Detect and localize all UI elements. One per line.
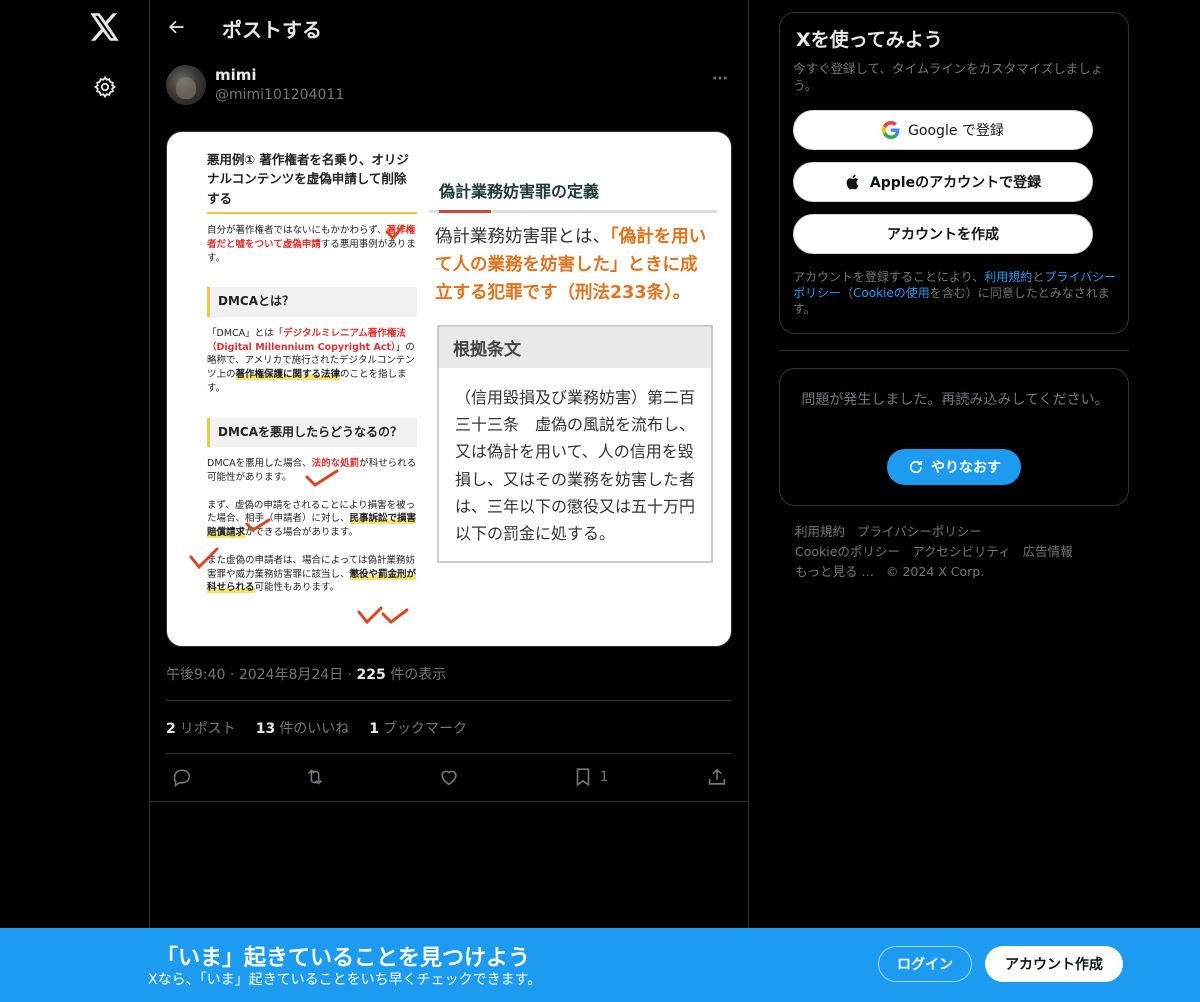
footer-link[interactable]: 利用規約 bbox=[795, 524, 845, 539]
footer-link[interactable]: 広告情報 bbox=[1023, 544, 1073, 559]
image-right-panel: 偽計業務妨害罪の定義 偽計業務妨害罪とは、「偽計を用いて人の業務を妨害した」とき… bbox=[429, 168, 717, 564]
repost-icon bbox=[307, 769, 323, 785]
reply-button[interactable] bbox=[171, 762, 193, 792]
google-signup-label: Google で登録 bbox=[908, 123, 1004, 139]
like-button[interactable] bbox=[438, 762, 460, 792]
create-account-button[interactable]: アカウントを作成 bbox=[793, 214, 1093, 254]
image-law-box: 根拠条文 （信用毀損及び業務妨害）第二百三十三条 虚偽の風説を流布し、又は偽計を… bbox=[437, 325, 713, 564]
cookie-link[interactable]: Cookieの使用 bbox=[853, 286, 930, 300]
banner-subtitle: Xなら、「いま」起きていることをいち早くチェックできます。 bbox=[148, 972, 542, 988]
reply-icon bbox=[173, 769, 191, 788]
login-banner: 「いま」起きていることを見つけよう Xなら、「いま」起きていることをいち早くチェ… bbox=[0, 928, 1200, 1002]
footer-link[interactable]: プライバシーポリシー bbox=[857, 524, 982, 539]
google-signup-button[interactable]: Google で登録 bbox=[793, 110, 1093, 150]
more-button[interactable] bbox=[708, 66, 732, 90]
signup-legal-text: アカウントを登録することにより、利用規約とプライバシーポリシー（Cookieの使… bbox=[793, 270, 1117, 317]
views-label: 件の表示 bbox=[390, 667, 447, 683]
signup-button[interactable]: アカウント作成 bbox=[985, 946, 1123, 982]
login-button[interactable]: ログイン bbox=[878, 946, 972, 982]
apple-signup-label: Appleのアカウントで登録 bbox=[869, 175, 1042, 191]
google-icon bbox=[882, 121, 900, 139]
page-title: ポストする bbox=[222, 18, 322, 42]
bookmark-button[interactable]: 1 bbox=[572, 762, 608, 792]
image-law-heading: 根拠条文 bbox=[439, 327, 711, 368]
divider bbox=[150, 801, 748, 802]
back-arrow-icon bbox=[169, 20, 184, 34]
image-definition-body: 偽計業務妨害罪とは、「偽計を用いて人の業務を妨害した」ときに成立する犯罪です（刑… bbox=[435, 227, 707, 303]
more-icon bbox=[713, 76, 727, 80]
retry-label: やりなおす bbox=[931, 460, 1001, 476]
post-stats: 2 リポスト 13 件のいいね 1 ブックマーク bbox=[166, 718, 467, 738]
footer-link[interactable]: アクセシビリティ bbox=[912, 544, 1011, 559]
gear-icon[interactable] bbox=[90, 72, 120, 102]
reposts-stat[interactable]: 2 リポスト bbox=[166, 718, 236, 738]
author-name[interactable]: mimi bbox=[215, 66, 257, 84]
share-button[interactable] bbox=[706, 762, 728, 792]
avatar[interactable] bbox=[166, 65, 206, 105]
back-button[interactable] bbox=[162, 13, 190, 41]
image-left-title: 悪用例① 著作権者を名乗り、オリジナルコンテンツを虚偽申請して削除する bbox=[207, 150, 417, 215]
copyright: © 2024 X Corp. bbox=[885, 564, 985, 579]
post-time[interactable]: 午後9:40 bbox=[166, 667, 225, 683]
signup-subtitle: 今すぐ登録して、タイムラインをカスタマイズしましょう。 bbox=[793, 61, 1104, 93]
post-meta: 午後9:40 · 2024年8月24日 · 225 件の表示 bbox=[166, 667, 447, 683]
x-logo-icon[interactable] bbox=[88, 10, 122, 44]
post-column: ポストする mimi @mimi101204011 悪用例① 著作権者を名乗り、… bbox=[149, 0, 749, 1002]
handwritten-checkmarks-icon bbox=[189, 224, 409, 625]
image-law-body: （信用毀損及び業務妨害）第二百三十三条 虚偽の風説を流布し、又は偽計を用いて、人… bbox=[455, 388, 696, 543]
image-definition-title: 偽計業務妨害罪の定義 bbox=[429, 168, 717, 213]
post-author: mimi @mimi101204011 bbox=[166, 64, 732, 108]
top-bar: ポストする bbox=[150, 0, 748, 54]
bookmark-count: 1 bbox=[600, 769, 609, 785]
terms-link[interactable]: 利用規約 bbox=[984, 270, 1032, 284]
signup-card: Xを使ってみよう 今すぐ登録して、タイムラインをカスタマイズしましょう。 Goo… bbox=[779, 12, 1129, 334]
bookmarks-stat[interactable]: 1 ブックマーク bbox=[369, 718, 467, 738]
left-nav bbox=[0, 0, 150, 1002]
apple-icon bbox=[846, 174, 859, 190]
divider bbox=[166, 700, 732, 701]
likes-stat[interactable]: 13 件のいいね bbox=[256, 718, 349, 738]
bookmark-icon bbox=[576, 768, 590, 787]
post-image[interactable]: 悪用例① 著作権者を名乗り、オリジナルコンテンツを虚偽申請して削除する 自分が著… bbox=[166, 131, 732, 647]
repost-button[interactable] bbox=[304, 762, 326, 792]
error-message: 問題が発生しました。再読み込みしてください。 bbox=[801, 392, 1109, 408]
post-date[interactable]: 2024年8月24日 bbox=[239, 667, 343, 683]
post-actions: 1 bbox=[166, 762, 732, 792]
create-account-label: アカウントを作成 bbox=[887, 227, 999, 243]
retry-button[interactable]: やりなおす bbox=[887, 449, 1021, 485]
divider bbox=[166, 753, 732, 754]
error-card: 問題が発生しました。再読み込みしてください。 やりなおす bbox=[779, 368, 1129, 506]
share-icon bbox=[708, 768, 726, 785]
like-icon bbox=[441, 770, 457, 786]
views-count: 225 bbox=[356, 667, 386, 683]
divider bbox=[779, 350, 1129, 351]
signup-title: Xを使ってみよう bbox=[796, 29, 943, 51]
apple-signup-button[interactable]: Appleのアカウントで登録 bbox=[793, 162, 1093, 202]
author-handle[interactable]: @mimi101204011 bbox=[215, 87, 344, 103]
footer-link[interactable]: Cookieのポリシー bbox=[795, 544, 900, 559]
banner-title: 「いま」起きていることを見つけよう bbox=[156, 946, 531, 971]
footer-link[interactable]: もっと見る … bbox=[795, 564, 874, 579]
footer-links: 利用規約 プライバシーポリシー Cookieのポリシー アクセシビリティ 広告情報 も… bbox=[795, 522, 1115, 582]
refresh-icon bbox=[909, 460, 923, 474]
